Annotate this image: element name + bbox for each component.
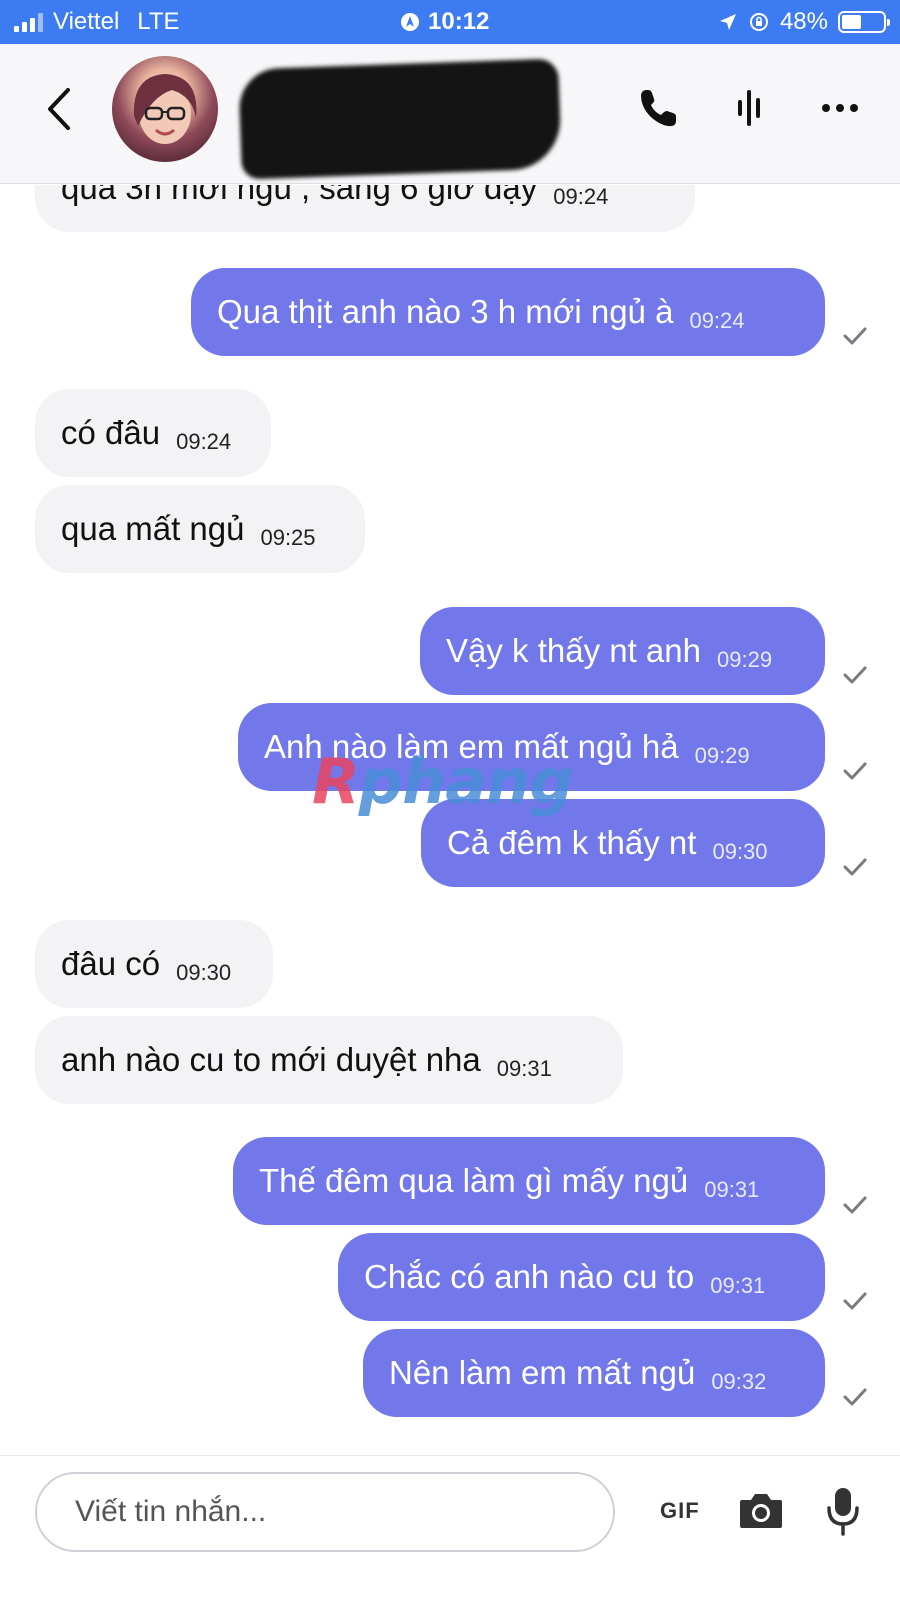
message-input[interactable]: Viết tin nhắn... — [35, 1472, 615, 1552]
message-input-placeholder: Viết tin nhắn... — [75, 1495, 267, 1528]
carrier-label: Viettel — [53, 8, 120, 35]
message-time: 09:32 — [711, 1369, 767, 1394]
sent-check-icon — [843, 327, 867, 345]
chat-screen: Viettel LTE 10:12 48% qua 3h mới ngủ , s… — [0, 0, 900, 1600]
clock: 10:12 — [428, 8, 490, 35]
message-bubble-outgoing[interactable]: Qua thịt anh nào 3 h mới ngủ à 09:24 — [191, 268, 825, 356]
gif-button[interactable]: GIF — [660, 1498, 700, 1524]
message-bubble-incoming[interactable]: đâu có 09:30 — [35, 920, 273, 1008]
status-bar: Viettel LTE 10:12 48% — [0, 0, 900, 44]
conversation-header — [0, 44, 900, 184]
message-text: Thế đêm qua làm gì mấy ngủ — [259, 1162, 689, 1199]
network-label: LTE — [137, 8, 180, 35]
message-time: 09:29 — [717, 647, 773, 672]
message-list: qua 3h mới ngủ , sáng 6 giờ dậy 09:24 Qu… — [0, 185, 900, 1440]
message-time: 09:31 — [704, 1177, 760, 1202]
message-time: 09:24 — [689, 308, 745, 333]
sent-check-icon — [843, 762, 867, 780]
microphone-icon[interactable] — [825, 1486, 861, 1536]
redacted-contact-name — [238, 58, 562, 180]
avatar-portrait — [133, 74, 197, 144]
message-bubble-incoming[interactable]: qua 3h mới ngủ , sáng 6 giờ dậy 09:24 — [35, 185, 695, 232]
more-icon[interactable] — [818, 86, 862, 130]
sent-check-icon — [843, 1196, 867, 1214]
message-bubble-outgoing[interactable]: Thế đêm qua làm gì mấy ngủ 09:31 — [233, 1137, 825, 1225]
phone-icon[interactable] — [636, 86, 680, 130]
message-time: 09:29 — [694, 743, 750, 768]
message-text: Cả đêm k thấy nt — [447, 824, 697, 861]
back-icon[interactable] — [40, 84, 80, 134]
message-text: Vậy k thấy nt anh — [446, 632, 701, 669]
message-bubble-outgoing[interactable]: Nên làm em mất ngủ 09:32 — [363, 1329, 825, 1417]
navigation-app-icon — [401, 13, 419, 31]
sent-check-icon — [843, 858, 867, 876]
battery-fill — [842, 15, 862, 29]
voice-message-icon[interactable] — [730, 86, 774, 130]
sent-check-icon — [843, 1388, 867, 1406]
message-bubble-outgoing[interactable]: Chắc có anh nào cu to 09:31 — [338, 1233, 825, 1321]
signal-icon — [14, 12, 43, 32]
message-time: 09:30 — [176, 960, 232, 985]
message-bubble-incoming[interactable]: qua mất ngủ 09:25 — [35, 485, 365, 573]
message-time: 09:30 — [712, 839, 768, 864]
message-text: anh nào cu to mới duyệt nha — [61, 1041, 481, 1078]
message-text: đâu có — [61, 945, 161, 982]
sent-check-icon — [843, 1292, 867, 1310]
message-bubble-outgoing[interactable]: Vậy k thấy nt anh 09:29 — [420, 607, 825, 695]
message-composer: Viết tin nhắn... GIF — [0, 1455, 900, 1600]
sent-check-icon — [843, 666, 867, 684]
message-time: 09:24 — [176, 429, 232, 454]
message-time: 09:24 — [553, 185, 609, 209]
message-bubble-incoming[interactable]: có đâu 09:24 — [35, 389, 271, 477]
battery-icon — [838, 11, 890, 33]
location-arrow-icon — [719, 14, 736, 30]
battery-percent: 48% — [779, 8, 828, 35]
message-time: 09:31 — [496, 1056, 552, 1081]
message-text: qua mất ngủ — [61, 510, 245, 547]
message-text: Chắc có anh nào cu to — [364, 1258, 695, 1295]
rotation-lock-icon — [749, 13, 768, 31]
message-text: có đâu — [61, 414, 161, 451]
watermark-logo: Rphang — [312, 745, 574, 818]
message-text: Nên làm em mất ngủ — [389, 1354, 696, 1391]
message-time: 09:31 — [710, 1273, 766, 1298]
message-bubble-incoming[interactable]: anh nào cu to mới duyệt nha 09:31 — [35, 1016, 623, 1104]
camera-icon[interactable] — [738, 1490, 784, 1530]
contact-avatar[interactable] — [112, 56, 218, 162]
message-text: qua 3h mới ngủ , sáng 6 giờ dậy — [61, 185, 538, 206]
message-time: 09:25 — [260, 525, 316, 550]
message-text: Qua thịt anh nào 3 h mới ngủ à — [217, 293, 674, 330]
